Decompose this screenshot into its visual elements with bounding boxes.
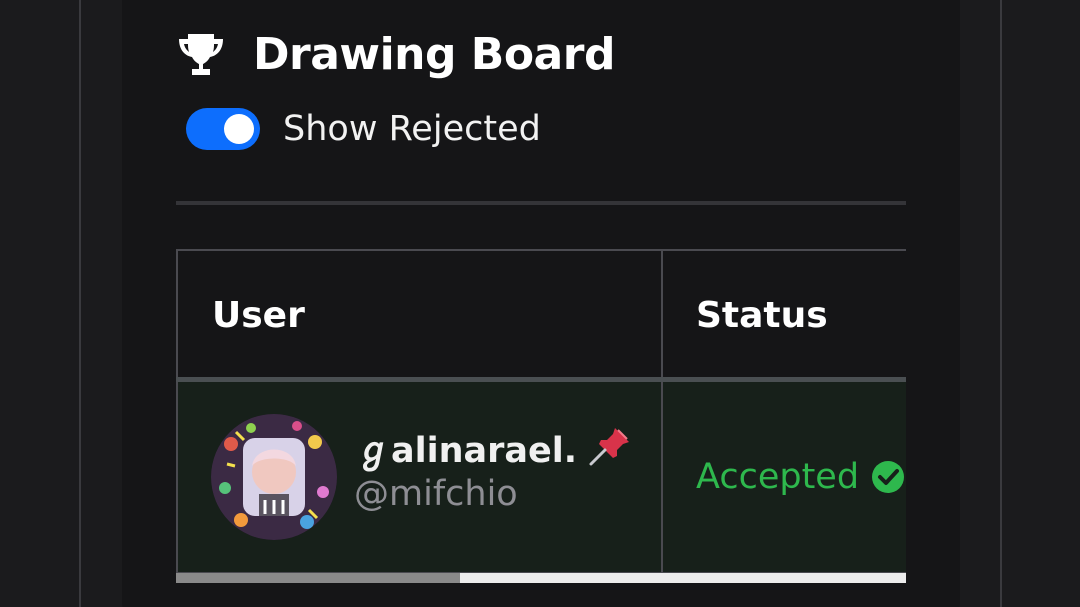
- show-rejected-row: Show Rejected: [186, 106, 541, 152]
- toggle-knob: [224, 114, 254, 144]
- horizontal-scrollbar[interactable]: [176, 573, 906, 583]
- status-cell: Accepted: [663, 382, 906, 572]
- avatar[interactable]: [211, 414, 337, 540]
- column-header-user: User: [176, 251, 663, 379]
- pushpin-icon: [587, 424, 633, 468]
- show-rejected-label: Show Rejected: [283, 109, 541, 149]
- user-display-name[interactable]: ℊalinarael.: [356, 422, 633, 473]
- right-guide-line: [1000, 0, 1002, 607]
- card-header: Drawing Board: [176, 26, 615, 82]
- table-row: ℊalinarael. @mifchio Accepted: [176, 382, 906, 572]
- page: Drawing Board Show Rejected User Status: [0, 0, 1080, 607]
- user-display-name-text: ℊalinarael.: [356, 431, 578, 471]
- user-handle: @mifchio: [354, 474, 518, 514]
- left-guide-line: [79, 0, 81, 607]
- scrollbar-thumb[interactable]: [176, 573, 460, 583]
- table-header: User Status: [176, 249, 906, 379]
- submissions-table-viewport: User Status ℊalinarael. @mifchio Accepte…: [176, 249, 906, 583]
- check-circle-icon: [871, 460, 905, 494]
- page-title: Drawing Board: [253, 28, 615, 80]
- status-badge: Accepted: [696, 457, 860, 497]
- column-header-status-label: Status: [696, 294, 828, 336]
- trophy-icon: [176, 29, 226, 79]
- show-rejected-toggle[interactable]: [186, 108, 260, 150]
- column-header-user-label: User: [212, 294, 305, 336]
- column-header-status: Status: [663, 251, 906, 379]
- user-cell: ℊalinarael. @mifchio: [176, 382, 663, 572]
- section-divider: [176, 201, 906, 205]
